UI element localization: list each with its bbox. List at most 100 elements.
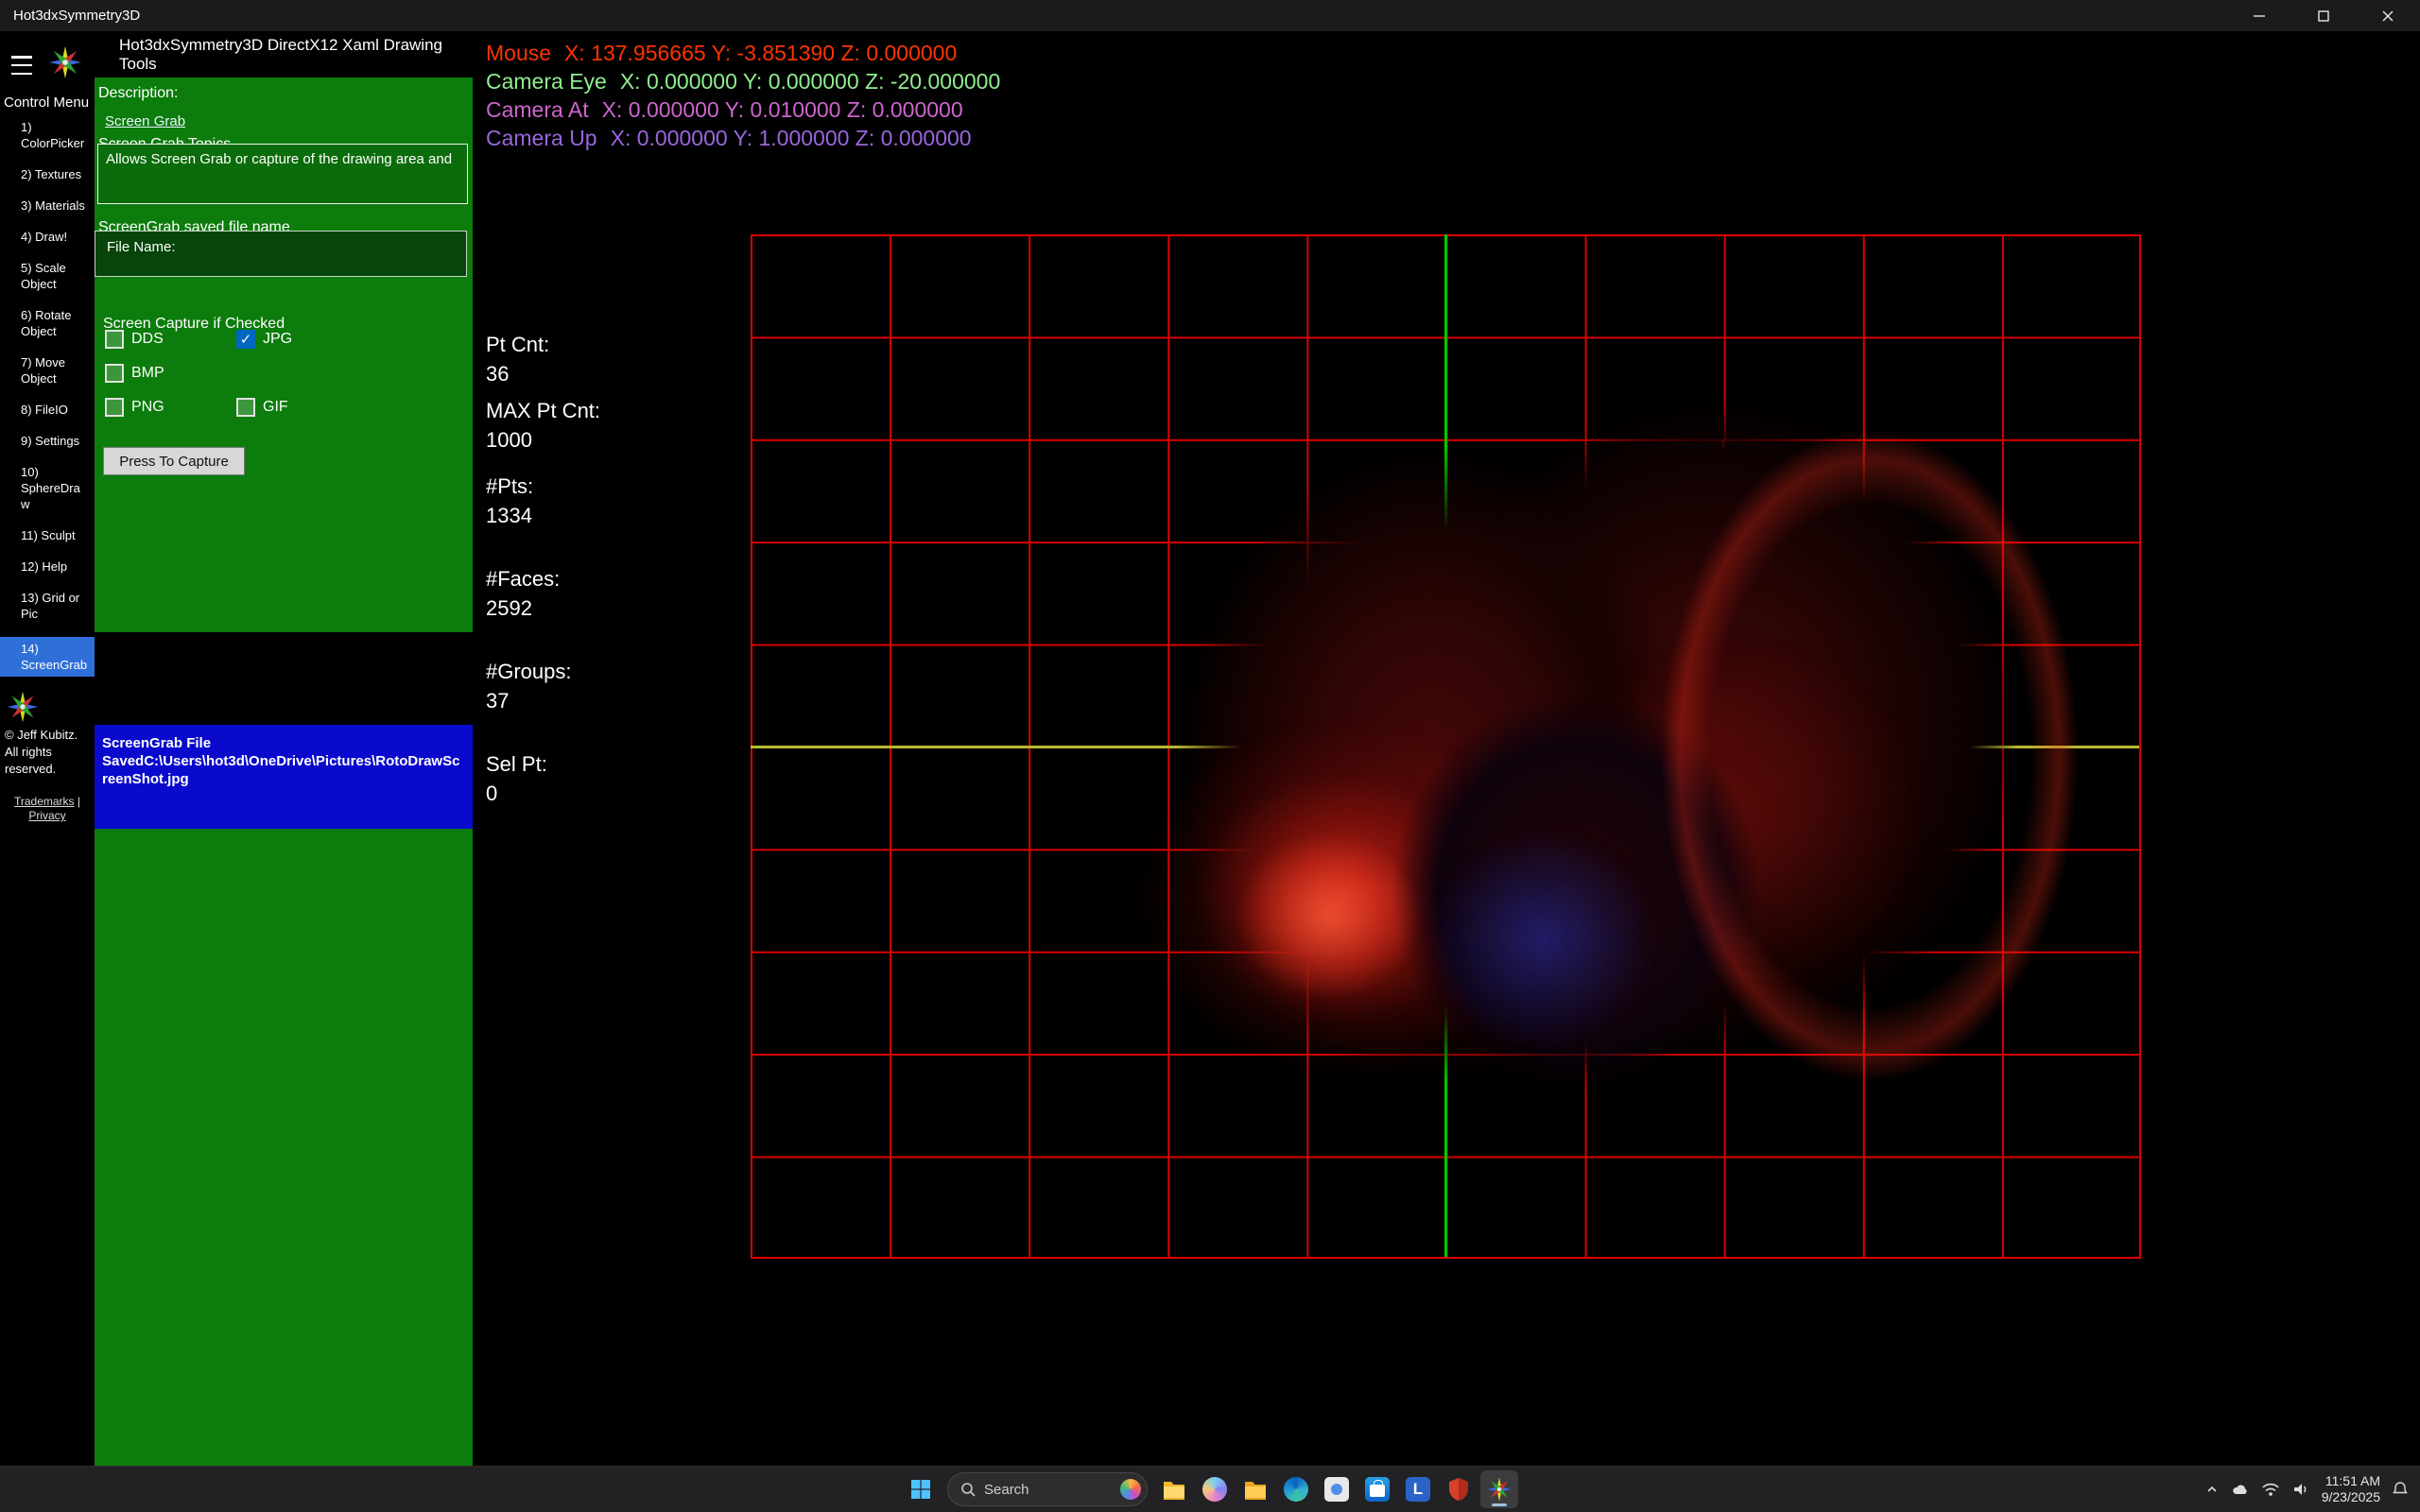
search-highlights-icon bbox=[1120, 1479, 1141, 1500]
stat-value: 36 bbox=[486, 359, 600, 388]
minimize-icon bbox=[2253, 9, 2266, 23]
readout-label: Camera At bbox=[486, 97, 589, 122]
security-shield-icon[interactable] bbox=[1440, 1470, 1478, 1508]
file-name-label: File Name: bbox=[107, 239, 455, 255]
screengrab-status-text: ScreenGrab File SavedC:\Users\hot3d\OneD… bbox=[95, 725, 473, 829]
checkbox-checked-icon[interactable]: ✓ bbox=[236, 330, 255, 349]
sidebar-item-rotate-object[interactable]: 6) Rotate Object bbox=[0, 307, 95, 339]
trademarks-link[interactable]: Trademarks bbox=[14, 795, 75, 808]
search-placeholder: Search bbox=[984, 1482, 1029, 1498]
viewport-grid bbox=[751, 234, 2141, 1259]
sidebar-item-settings[interactable]: 9) Settings bbox=[0, 433, 95, 449]
readout-values: X: 137.956665 Y: -3.851390 Z: 0.000000 bbox=[564, 41, 957, 65]
l-app-letter: L bbox=[1406, 1477, 1430, 1502]
checkbox-box[interactable] bbox=[105, 330, 124, 349]
minimize-button[interactable] bbox=[2227, 0, 2291, 31]
sidebar-item-help[interactable]: 12) Help bbox=[0, 558, 95, 575]
privacy-link[interactable]: Privacy bbox=[28, 809, 65, 822]
readout-mouse: MouseX: 137.956665 Y: -3.851390 Z: 0.000… bbox=[486, 39, 1000, 67]
grid-highlight-segment bbox=[1721, 439, 1724, 494]
wifi-icon[interactable] bbox=[2261, 1482, 2280, 1497]
checkbox-png[interactable]: PNG bbox=[105, 398, 236, 417]
sidebar-item-draw[interactable]: 4) Draw! bbox=[0, 229, 95, 245]
stat-faces: #Faces:2592 bbox=[486, 564, 600, 623]
x-axis-line bbox=[751, 746, 2139, 748]
volume-icon[interactable] bbox=[2291, 1482, 2310, 1497]
panel-header-title: Hot3dxSymmetry3D DirectX12 Xaml Drawing … bbox=[95, 31, 473, 77]
sidebar-item-scale-object[interactable]: 5) Scale Object bbox=[0, 260, 95, 292]
checkbox-label: GIF bbox=[263, 399, 288, 416]
edge-icon[interactable] bbox=[1277, 1470, 1315, 1508]
hot3dx-app-icon[interactable] bbox=[1480, 1470, 1518, 1508]
readout-camera-up: Camera UpX: 0.000000 Y: 1.000000 Z: 0.00… bbox=[486, 124, 1000, 152]
checkbox-box[interactable] bbox=[105, 364, 124, 383]
readout-label: Camera Up bbox=[486, 126, 597, 150]
sidebar-item-move-object[interactable]: 7) Move Object bbox=[0, 354, 95, 387]
l-app-icon[interactable]: L bbox=[1399, 1470, 1437, 1508]
model-stats: Pt Cnt:36MAX Pt Cnt:1000#Pts:1334#Faces:… bbox=[486, 330, 600, 842]
description-label: Description: bbox=[98, 85, 178, 102]
format-checkbox-group: DDS✓JPG BMP PNG GIF bbox=[105, 330, 369, 417]
screengrab-panel: Description: Screen Grab Screen Grab Top… bbox=[95, 77, 473, 632]
checkbox-box[interactable] bbox=[105, 398, 124, 417]
checkbox-box[interactable] bbox=[236, 398, 255, 417]
stat-value: 2592 bbox=[486, 593, 600, 623]
chevron-up-icon[interactable] bbox=[2204, 1482, 2220, 1497]
checkbox-label: PNG bbox=[131, 399, 164, 416]
system-tray: 11:51 AM 9/23/2025 bbox=[2204, 1467, 2409, 1512]
stat-groups: #Groups:37 bbox=[486, 657, 600, 715]
sidebar-item-sculpt[interactable]: 11) Sculpt bbox=[0, 527, 95, 543]
press-to-capture-button[interactable]: Press To Capture bbox=[103, 447, 245, 475]
checkbox-label: BMP bbox=[131, 365, 164, 382]
app-window: Hot3dxSymmetry3D Control Menu bbox=[0, 0, 2420, 1512]
app-logo-icon bbox=[6, 690, 40, 729]
taskbar-search-box[interactable]: Search bbox=[947, 1472, 1148, 1506]
photos-app-icon[interactable] bbox=[1318, 1470, 1356, 1508]
hamburger-menu-icon[interactable] bbox=[11, 56, 34, 75]
start-button[interactable] bbox=[902, 1470, 940, 1508]
drawing-viewport[interactable]: MouseX: 137.956665 Y: -3.851390 Z: 0.000… bbox=[473, 31, 2420, 1466]
checkbox-spacer bbox=[236, 364, 369, 383]
copilot-icon[interactable] bbox=[1196, 1470, 1234, 1508]
checkbox-jpg[interactable]: ✓JPG bbox=[236, 330, 369, 349]
stat-value: 37 bbox=[486, 686, 600, 715]
notification-bell-icon[interactable] bbox=[2392, 1481, 2409, 1498]
checkbox-gif[interactable]: GIF bbox=[236, 398, 369, 417]
checkbox-bmp[interactable]: BMP bbox=[105, 364, 236, 383]
cloud-icon[interactable] bbox=[2231, 1482, 2250, 1497]
stat-label: Pt Cnt: bbox=[486, 330, 600, 359]
taskbar: Search L bbox=[0, 1466, 2420, 1512]
store-icon[interactable] bbox=[1358, 1470, 1396, 1508]
close-icon bbox=[2381, 9, 2394, 23]
stat-label: #Faces: bbox=[486, 564, 600, 593]
stat-label: MAX Pt Cnt: bbox=[486, 396, 600, 425]
sidebar-item-materials[interactable]: 3) Materials bbox=[0, 198, 95, 214]
folder-icon[interactable] bbox=[1236, 1470, 1274, 1508]
stat-pts: #Pts:1334 bbox=[486, 472, 600, 530]
sidebar: Control Menu 1) ColorPicker2) Textures3)… bbox=[0, 31, 95, 1466]
readout-label: Camera Eye bbox=[486, 69, 607, 94]
windows-logo-icon bbox=[909, 1478, 932, 1501]
file-explorer-icon[interactable] bbox=[1155, 1470, 1193, 1508]
topics-textbox[interactable]: Allows Screen Grab or capture of the dra… bbox=[97, 144, 468, 204]
tool-panel: Hot3dxSymmetry3D DirectX12 Xaml Drawing … bbox=[95, 31, 473, 1466]
maximize-button[interactable] bbox=[2291, 0, 2356, 31]
screen-grab-link[interactable]: Screen Grab bbox=[105, 113, 185, 129]
readout-values: X: 0.000000 Y: 0.010000 Z: 0.000000 bbox=[602, 97, 963, 122]
taskbar-clock[interactable]: 11:51 AM 9/23/2025 bbox=[2322, 1473, 2380, 1505]
sidebar-item-textures[interactable]: 2) Textures bbox=[0, 166, 95, 182]
checkbox-dds[interactable]: DDS bbox=[105, 330, 236, 349]
links-separator: | bbox=[78, 795, 80, 808]
sidebar-item-spheredraw[interactable]: 10) SphereDraw bbox=[0, 464, 95, 512]
app-logo-icon bbox=[47, 44, 83, 85]
search-icon bbox=[959, 1481, 977, 1498]
file-name-input[interactable]: File Name: bbox=[95, 231, 467, 277]
clock-time: 11:51 AM bbox=[2322, 1473, 2380, 1489]
footer-links: Trademarks | Privacy bbox=[0, 795, 95, 823]
sidebar-item-grid-or-pic[interactable]: 13) Grid or Pic bbox=[0, 590, 95, 622]
sidebar-item-fileio[interactable]: 8) FileIO bbox=[0, 402, 95, 418]
sidebar-item-screengrab[interactable]: 14) ScreenGrab bbox=[0, 637, 95, 677]
close-button[interactable] bbox=[2356, 0, 2420, 31]
sidebar-item-colorpicker[interactable]: 1) ColorPicker bbox=[0, 119, 95, 151]
stat-value: 1334 bbox=[486, 501, 600, 530]
